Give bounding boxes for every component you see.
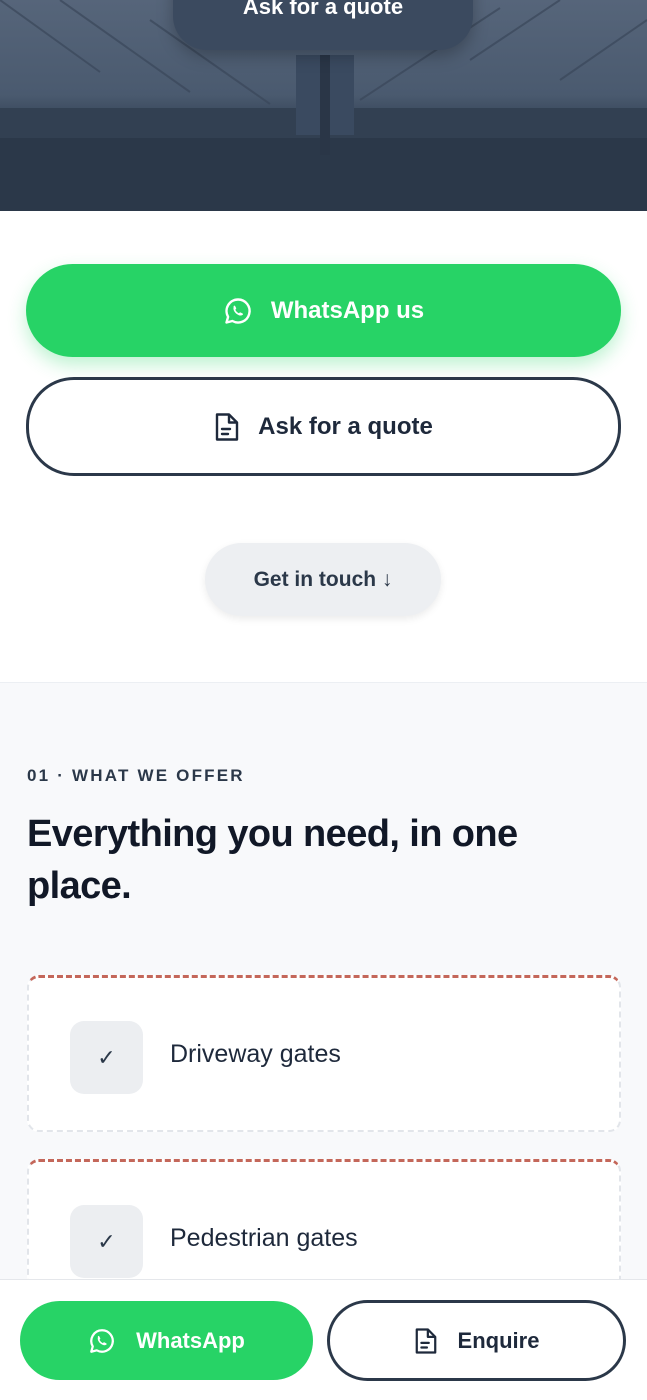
whatsapp-us-button[interactable]: WhatsApp us — [26, 264, 621, 357]
section-eyebrow: 01 · WHAT WE OFFER — [27, 766, 245, 785]
bottom-whatsapp-button[interactable]: WhatsApp — [20, 1301, 313, 1380]
checkmark-icon: ✓ — [70, 1021, 143, 1094]
ask-for-quote-button[interactable]: Ask for a quote — [26, 377, 621, 476]
whatsapp-icon — [223, 296, 253, 326]
bottom-enquire-label: Enquire — [457, 1327, 540, 1353]
section-headline: Everything you need, in one place. — [27, 813, 518, 907]
ask-for-quote-label: Ask for a quote — [258, 412, 433, 440]
offer-card-driveway-gates: ✓ Driveway gates — [27, 975, 621, 1132]
offer-card-label: Pedestrian gates — [170, 1224, 358, 1252]
bottom-whatsapp-label: WhatsApp — [136, 1327, 245, 1353]
checkmark-icon: ✓ — [70, 1205, 143, 1278]
get-in-touch-button[interactable]: Get in touch ↓ — [205, 543, 441, 616]
hero-quote-button[interactable]: Ask for a quote — [173, 0, 473, 50]
whatsapp-us-label: WhatsApp us — [270, 296, 425, 324]
whatsapp-icon — [88, 1327, 116, 1355]
hero-image: Ask for a quote — [0, 0, 647, 211]
document-icon — [214, 412, 240, 442]
offer-card-label: Driveway gates — [170, 1040, 341, 1068]
bottom-enquire-button[interactable]: Enquire — [327, 1300, 626, 1381]
document-icon — [414, 1327, 438, 1355]
